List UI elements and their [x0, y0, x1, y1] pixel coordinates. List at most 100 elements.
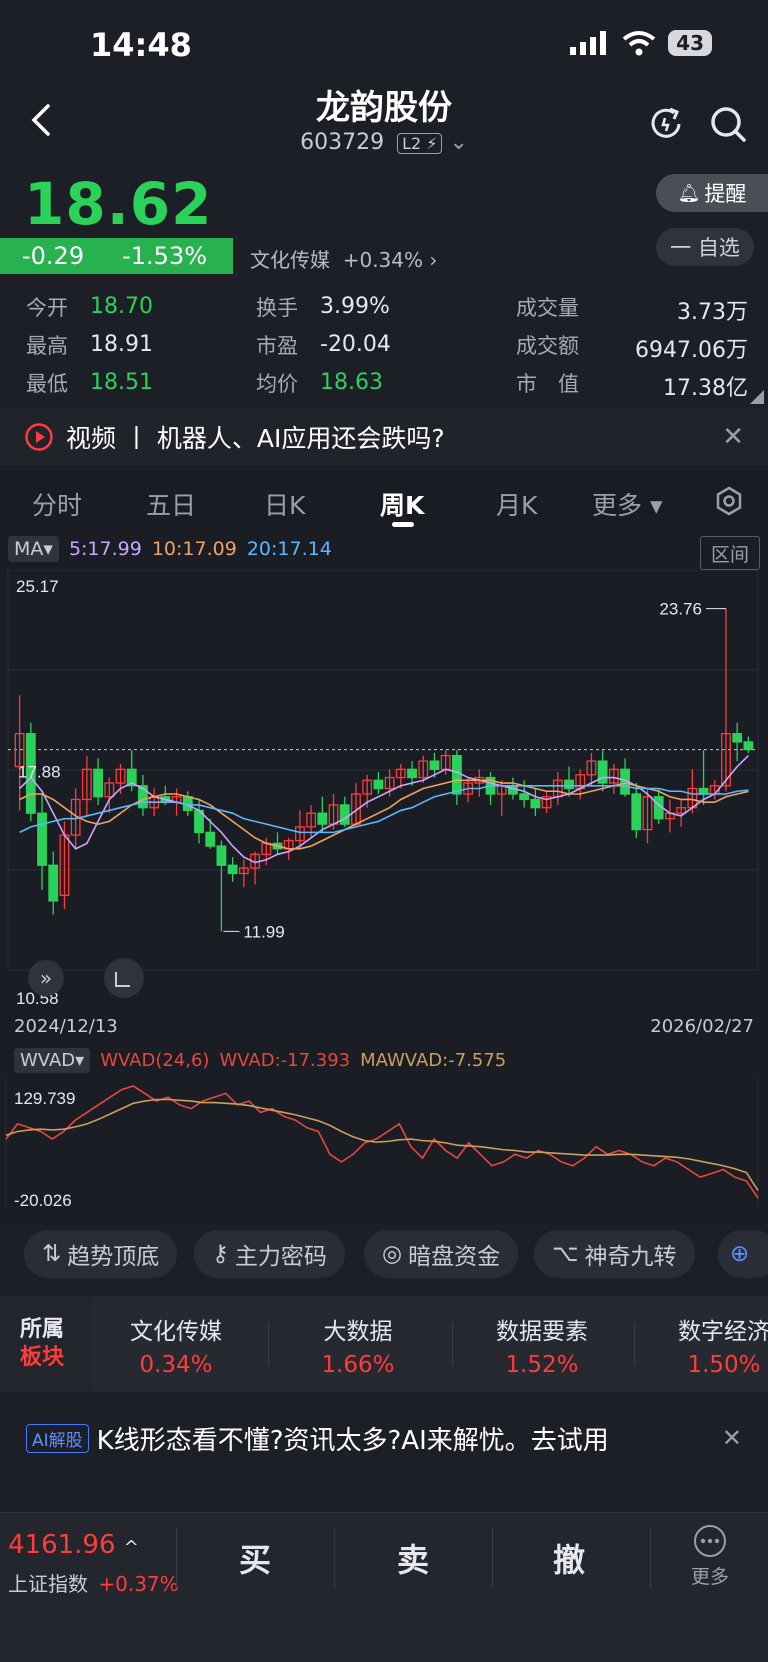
status-time: 14:48 — [90, 26, 192, 64]
buy-button[interactable]: 买 — [180, 1535, 330, 1581]
avg-label: 均价 — [256, 372, 298, 396]
sector-divider — [634, 1322, 635, 1366]
fullscreen-button[interactable] — [104, 958, 144, 998]
signal-icon — [570, 31, 607, 55]
ai-banner[interactable]: AI解股 K线形态看不懂?资讯太多?AI来解忧。去试用 ✕ — [0, 1408, 768, 1468]
open-label: 今开 — [26, 296, 68, 320]
battery-indicator: 43 — [668, 30, 712, 56]
wvad-legend: WVAD▾ WVAD(24,6) WVAD:-17.393 MAWVAD:-7.… — [14, 1048, 506, 1073]
candle-body — [530, 798, 541, 809]
ma-selector[interactable]: MA▾ — [8, 536, 59, 562]
tool-more[interactable]: ⊕ — [718, 1230, 768, 1278]
tool-main-force-code[interactable]: ⚷ 主力密码 — [194, 1230, 345, 1278]
chevron-right-icon: › — [429, 248, 438, 272]
trend-icon: ⇅ — [42, 1241, 62, 1267]
candlestick-chart[interactable]: 25.1717.8810.5823.7611.99» — [0, 570, 768, 1040]
index-value-row[interactable]: 4161.96 ^ — [8, 1530, 139, 1560]
candle-body — [698, 787, 709, 795]
low-value: 18.51 — [90, 370, 153, 395]
low-label: 最低 — [26, 372, 68, 396]
nine-turn-icon: ⌥ — [552, 1241, 579, 1267]
divider — [492, 1528, 493, 1588]
news-text: 视频 丨 机器人、AI应用还会跌吗? — [66, 424, 445, 453]
sector-divider — [268, 1322, 269, 1366]
tool-dark-pool[interactable]: ◎ 暗盘资金 — [364, 1230, 519, 1278]
tab-daily[interactable]: 日K — [264, 486, 305, 522]
bell-icon: 🔔︎ — [677, 182, 701, 204]
index-name-row[interactable]: 上证指数 +0.37% — [8, 1568, 179, 1597]
cap-value: 17.38亿 — [663, 376, 748, 401]
tool-trend-top-bottom[interactable]: ⇅ 趋势顶底 — [24, 1230, 178, 1278]
candle-body — [339, 804, 350, 825]
sector-link[interactable]: 文化传媒 +0.34% › — [250, 244, 437, 273]
cancel-order-button[interactable]: 撤 — [494, 1535, 644, 1581]
tab-more[interactable]: 更多 ▾ — [592, 486, 663, 522]
avg-value: 18.63 — [320, 370, 383, 395]
max-price-label: 23.76 — [659, 600, 702, 619]
candle-body — [93, 768, 104, 798]
cap-label: 市 值 — [516, 372, 579, 396]
mawvad-value: MAWVAD:-7.575 — [360, 1050, 507, 1071]
tab-five-day[interactable]: 五日 — [146, 486, 196, 522]
settings-icon[interactable] — [714, 486, 744, 516]
status-icons: 43 — [570, 30, 712, 56]
close-icon[interactable]: ✕ — [722, 1424, 742, 1452]
divider — [650, 1528, 651, 1588]
tab-weekly[interactable]: 周K — [380, 486, 424, 522]
coin-icon: ◎ — [382, 1241, 403, 1267]
alert-button[interactable]: 🔔︎ 提醒 — [656, 174, 768, 212]
tool-magic-nine[interactable]: ⌥ 神奇九转 — [534, 1230, 695, 1278]
min-price-label: 11.99 — [243, 922, 284, 941]
add-watchlist-button[interactable]: 一 自选 — [656, 228, 754, 266]
sector-item[interactable]: 数字经济 1.50% — [634, 1312, 768, 1378]
refresh-icon[interactable] — [646, 104, 686, 144]
news-banner[interactable]: 视频 丨 机器人、AI应用还会跌吗? ✕ — [0, 408, 768, 466]
dropdown-caret-icon: ▾ — [649, 491, 663, 520]
amount-value: 6947.06万 — [635, 338, 748, 363]
play-video-icon — [25, 423, 53, 451]
more-button[interactable]: 更多 — [680, 1524, 740, 1589]
candle-body — [429, 760, 440, 770]
tab-intraday[interactable]: 分时 — [32, 486, 82, 522]
range-button[interactable]: 区间 — [700, 536, 760, 570]
candle-body — [519, 793, 530, 801]
pe-label: 市盈 — [256, 334, 298, 358]
turnover-value: 3.99% — [320, 294, 390, 319]
more-dots-icon — [694, 1525, 726, 1557]
amount-label: 成交额 — [516, 334, 579, 358]
y-max-label: 25.17 — [16, 577, 59, 596]
expand-corner-icon[interactable] — [750, 390, 764, 404]
candle-body — [373, 779, 384, 790]
sector-item[interactable]: 大数据 1.66% — [268, 1312, 448, 1378]
current-price: 18.62 — [24, 170, 213, 238]
wvad-chart[interactable]: 129.739 -20.026 — [0, 1078, 768, 1218]
fast-forward-icon: » — [40, 966, 52, 990]
wifi-icon — [622, 31, 656, 56]
candle-body — [205, 831, 216, 847]
sell-button[interactable]: 卖 — [338, 1535, 488, 1581]
wvad-value: WVAD:-17.393 — [219, 1050, 351, 1071]
start-date: 2024/12/13 — [14, 1016, 118, 1037]
search-icon[interactable] — [708, 104, 748, 144]
caret-up-icon: ^ — [123, 1537, 139, 1558]
candle-body — [407, 768, 417, 779]
mawvad-line — [5, 1098, 759, 1191]
volume-label: 成交量 — [516, 296, 579, 320]
candle-body — [631, 793, 642, 831]
wvad-params: WVAD(24,6) — [100, 1050, 210, 1071]
pe-value: -20.04 — [320, 332, 391, 357]
tab-monthly[interactable]: 月K — [496, 486, 537, 522]
ma10-value: 10:17.09 — [151, 538, 237, 560]
sector-item[interactable]: 数据要素 1.52% — [452, 1312, 632, 1378]
divider — [334, 1528, 335, 1588]
ma20-value: 20:17.14 — [246, 538, 332, 560]
active-tab-indicator — [392, 522, 414, 527]
sector-item[interactable]: 文化传媒 0.34% — [86, 1312, 266, 1378]
indicator-selector[interactable]: WVAD▾ — [14, 1048, 91, 1073]
turnover-label: 换手 — [256, 296, 298, 320]
wvad-max-label: 129.739 — [14, 1089, 75, 1108]
close-icon[interactable]: ✕ — [722, 422, 744, 452]
ai-badge: AI解股 — [26, 1423, 89, 1453]
date-row: 2024/12/13 2026/02/27 — [14, 1016, 754, 1037]
ma5-value: 5:17.99 — [68, 538, 142, 560]
